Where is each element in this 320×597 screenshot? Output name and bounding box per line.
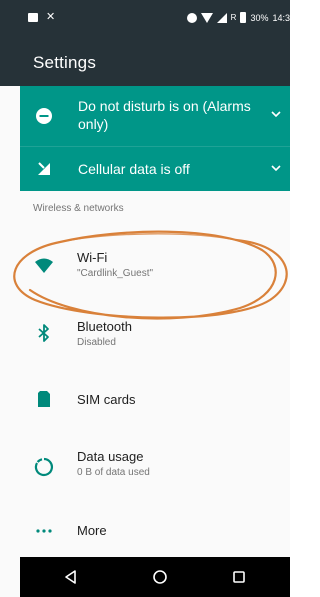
- battery-percent: 30%: [250, 12, 269, 23]
- more-icon: [36, 529, 52, 533]
- do-not-disturb-icon: [36, 108, 52, 124]
- wifi-icon: [35, 258, 53, 273]
- chevron-down-icon[interactable]: [270, 162, 282, 174]
- dnd-conditional-card[interactable]: Do not disturb is on (Alarms only): [20, 86, 290, 146]
- sim-card-icon: [38, 391, 50, 407]
- page-title: Settings: [33, 53, 97, 72]
- close-icon: ✕: [46, 11, 56, 23]
- dnd-status-icon: [186, 12, 197, 23]
- notification-icon: [28, 12, 38, 22]
- data-usage-icon: [34, 457, 53, 477]
- settings-item-more[interactable]: More: [20, 504, 290, 564]
- navigation-bar: [20, 557, 290, 597]
- signal-icon: [216, 12, 227, 23]
- cellular-conditional-card[interactable]: Cellular data is off: [20, 146, 290, 191]
- roaming-indicator: R: [230, 13, 237, 22]
- status-bar: ✕ R 30% 14:3: [0, 0, 290, 40]
- cellular-data-off-icon: [38, 162, 50, 175]
- settings-screen: ✕ R 30% 14:3 Settings Do not disturb is …: [0, 0, 290, 597]
- back-icon[interactable]: [62, 568, 80, 586]
- data-usage-subtitle: 0 B of data used: [77, 467, 150, 478]
- data-usage-title: Data usage: [77, 449, 144, 464]
- wifi-status-icon: [200, 12, 213, 23]
- sim-cards-title: SIM cards: [77, 392, 136, 407]
- bluetooth-title: Bluetooth: [77, 319, 132, 334]
- settings-item-wifi[interactable]: Wi-Fi "Cardlink_Guest": [20, 236, 290, 296]
- chevron-down-icon[interactable]: [270, 108, 282, 120]
- clock: 14:3: [272, 12, 290, 23]
- settings-item-bluetooth[interactable]: Bluetooth Disabled: [20, 307, 290, 367]
- app-toolbar: Settings: [0, 40, 290, 86]
- recents-icon[interactable]: [230, 568, 248, 586]
- dnd-label: Do not disturb is on (Alarms only): [78, 98, 251, 132]
- settings-item-data-usage[interactable]: Data usage 0 B of data used: [20, 437, 290, 497]
- more-title: More: [77, 523, 107, 538]
- home-icon[interactable]: [151, 568, 169, 586]
- battery-icon: [240, 12, 247, 23]
- section-header-wireless: Wireless & networks: [33, 203, 124, 214]
- cellular-label: Cellular data is off: [78, 161, 190, 177]
- wifi-subtitle: "Cardlink_Guest": [77, 268, 154, 279]
- bluetooth-icon: [38, 324, 49, 342]
- bluetooth-subtitle: Disabled: [77, 337, 116, 348]
- settings-item-sim-cards[interactable]: SIM cards: [20, 372, 290, 432]
- wifi-title: Wi-Fi: [77, 250, 108, 265]
